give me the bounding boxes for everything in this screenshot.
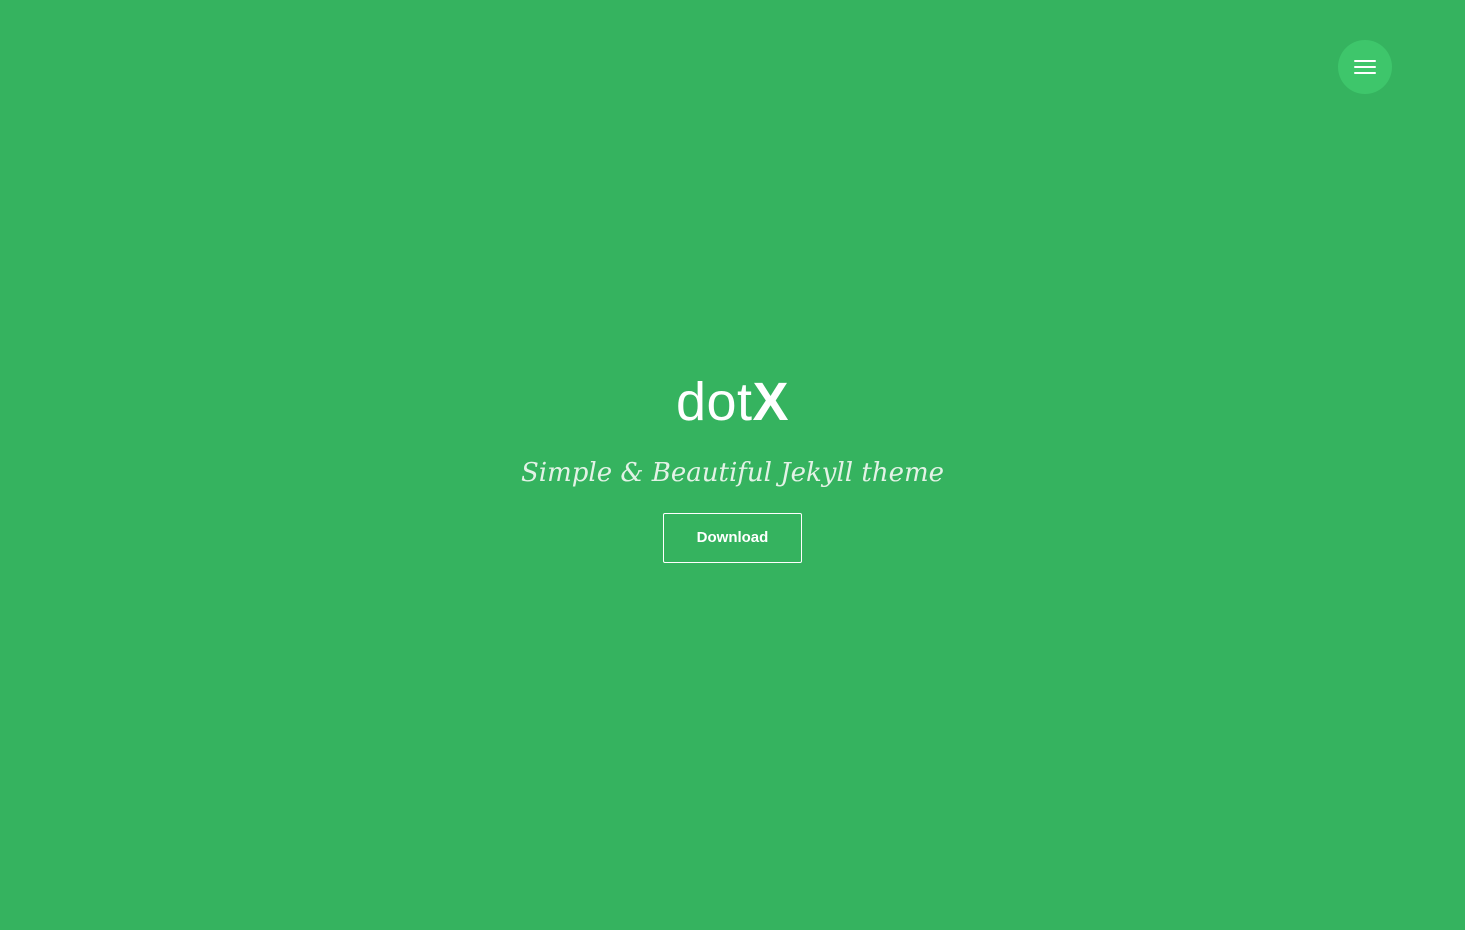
- site-logo[interactable]: dotX: [676, 370, 789, 434]
- hamburger-menu-icon: [1354, 60, 1376, 74]
- logo-text-bold: X: [752, 372, 790, 432]
- download-button[interactable]: Download: [663, 513, 802, 563]
- site-tagline: Simple & Beautiful Jekyll theme: [520, 458, 945, 488]
- hero-section: dotX Simple & Beautiful Jekyll theme Dow…: [0, 370, 1465, 563]
- menu-button[interactable]: [1338, 40, 1392, 94]
- logo-text-light: dot: [675, 372, 753, 432]
